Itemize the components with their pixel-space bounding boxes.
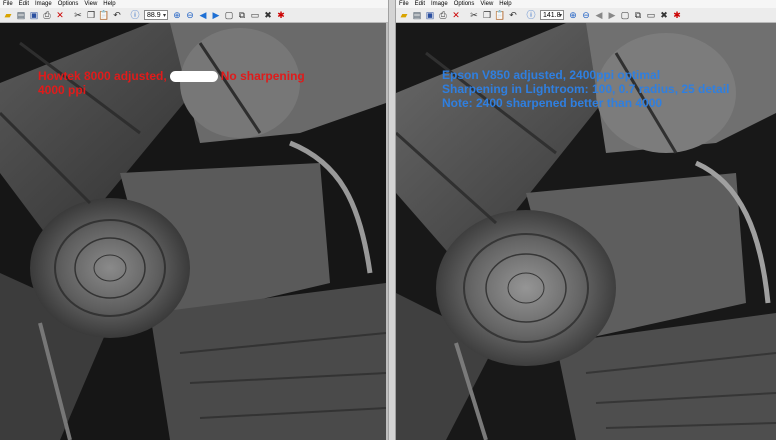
- paste-icon[interactable]: 📋: [494, 9, 506, 21]
- annotation-left: Howtek 8000 adjusted, No sharpening 4000 …: [38, 69, 305, 97]
- info-icon[interactable]: ⓘ: [129, 9, 141, 21]
- undo-icon[interactable]: ↶: [111, 9, 123, 21]
- annotation-right-line-2: Sharpening in Lightroom: 100, 0.7 radius…: [442, 82, 730, 96]
- annotation-left-line-1: Howtek 8000 adjusted, No sharpening: [38, 69, 305, 83]
- annotation-left-line-2: 4000 ppi: [38, 83, 87, 97]
- zoom-value: 88.9: [147, 12, 161, 19]
- paste-icon[interactable]: 📋: [98, 9, 110, 21]
- back-icon[interactable]: ◀: [593, 9, 605, 21]
- annotation-left-no: No: [220, 69, 237, 83]
- copy-icon[interactable]: ❐: [85, 9, 97, 21]
- menu-file[interactable]: File: [3, 0, 13, 8]
- tools-icon[interactable]: ✖: [658, 9, 670, 21]
- chevron-down-icon: ▾: [162, 13, 166, 19]
- image-canvas-right[interactable]: Epson V850 adjusted, 2400ppi optimal Sha…: [396, 23, 776, 440]
- fit-icon[interactable]: ▭: [249, 9, 261, 21]
- menu-edit[interactable]: Edit: [415, 0, 425, 8]
- menu-view[interactable]: View: [84, 0, 97, 8]
- zoom-in-icon[interactable]: ⊕: [567, 9, 579, 21]
- zoom-out-icon[interactable]: ⊖: [580, 9, 592, 21]
- menu-options[interactable]: Options: [454, 0, 475, 8]
- menu-image[interactable]: Image: [431, 0, 448, 8]
- exit-icon[interactable]: ✱: [671, 9, 683, 21]
- menu-bar: File Edit Image Options View Help: [396, 0, 776, 8]
- copy-icon[interactable]: ❐: [481, 9, 493, 21]
- open-icon[interactable]: ▰: [398, 9, 410, 21]
- open-icon[interactable]: ▰: [2, 9, 14, 21]
- delete-icon[interactable]: ✕: [450, 9, 462, 21]
- scan-icon[interactable]: ▤: [15, 9, 27, 21]
- copy-page-icon[interactable]: ⧉: [632, 9, 644, 21]
- print-icon[interactable]: ⎙: [41, 9, 53, 21]
- info-icon[interactable]: ⓘ: [525, 9, 537, 21]
- menu-file[interactable]: File: [399, 0, 409, 8]
- save-icon[interactable]: ▣: [28, 9, 40, 21]
- zoom-select[interactable]: 141.8 ▾: [540, 10, 564, 20]
- image-canvas-left[interactable]: Howtek 8000 adjusted, No sharpening 4000 …: [0, 23, 386, 440]
- page-icon[interactable]: ▢: [223, 9, 235, 21]
- page-icon[interactable]: ▢: [619, 9, 631, 21]
- cut-icon[interactable]: ✂: [72, 9, 84, 21]
- annotation-left-text-b: sharpening: [240, 69, 305, 83]
- fit-icon[interactable]: ▭: [645, 9, 657, 21]
- menu-bar: File Edit Image Options View Help: [0, 0, 388, 8]
- cut-icon[interactable]: ✂: [468, 9, 480, 21]
- window-divider: [388, 0, 396, 440]
- viewer-window-right: File Edit Image Options View Help ▰ ▤ ▣ …: [396, 0, 776, 440]
- back-icon[interactable]: ◀: [197, 9, 209, 21]
- viewer-window-left: File Edit Image Options View Help ▰ ▤ ▣ …: [0, 0, 388, 440]
- scan-icon[interactable]: ▤: [411, 9, 423, 21]
- menu-view[interactable]: View: [480, 0, 493, 8]
- zoom-value: 141.8: [543, 12, 561, 19]
- print-icon[interactable]: ⎙: [437, 9, 449, 21]
- undo-icon[interactable]: ↶: [507, 9, 519, 21]
- toolbar: ▰ ▤ ▣ ⎙ ✕ ✂ ❐ 📋 ↶ ⓘ 88.9 ▾ ⊕ ⊖ ◀ ▶ ▢ ⧉ ▭ …: [0, 8, 388, 23]
- menu-help[interactable]: Help: [499, 0, 511, 8]
- redaction-mark: [169, 71, 218, 83]
- zoom-out-icon[interactable]: ⊖: [184, 9, 196, 21]
- forward-icon[interactable]: ▶: [606, 9, 618, 21]
- menu-edit[interactable]: Edit: [19, 0, 29, 8]
- annotation-right-line-3: Note: 2400 sharpened better than 4000: [442, 96, 663, 110]
- zoom-in-icon[interactable]: ⊕: [171, 9, 183, 21]
- delete-icon[interactable]: ✕: [54, 9, 66, 21]
- zoom-select[interactable]: 88.9 ▾: [144, 10, 168, 20]
- forward-icon[interactable]: ▶: [210, 9, 222, 21]
- annotation-right: Epson V850 adjusted, 2400ppi optimal Sha…: [442, 68, 729, 110]
- copy-page-icon[interactable]: ⧉: [236, 9, 248, 21]
- tools-icon[interactable]: ✖: [262, 9, 274, 21]
- annotation-left-text-a: Howtek 8000 adjusted,: [38, 69, 167, 83]
- menu-help[interactable]: Help: [103, 0, 115, 8]
- menu-options[interactable]: Options: [58, 0, 79, 8]
- annotation-right-line-1: Epson V850 adjusted, 2400ppi optimal: [442, 68, 661, 82]
- save-icon[interactable]: ▣: [424, 9, 436, 21]
- chevron-down-icon: ▾: [558, 13, 562, 19]
- toolbar: ▰ ▤ ▣ ⎙ ✕ ✂ ❐ 📋 ↶ ⓘ 141.8 ▾ ⊕ ⊖ ◀ ▶ ▢ ⧉ ▭…: [396, 8, 776, 23]
- menu-image[interactable]: Image: [35, 0, 52, 8]
- exit-icon[interactable]: ✱: [275, 9, 287, 21]
